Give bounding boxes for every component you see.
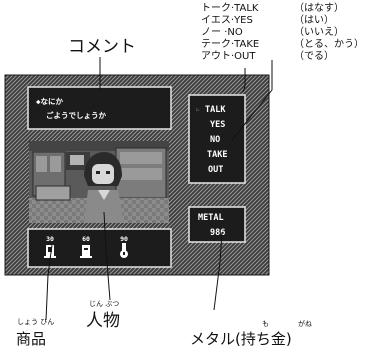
legend-reading-no: （いいえ）: [294, 26, 344, 38]
callout-metal-suffix: ): [286, 330, 292, 348]
callout-goods: 商品: [16, 330, 46, 348]
shop-scene: [29, 141, 169, 223]
goods-ruby: しょう ひん: [17, 318, 54, 326]
callout-metal: メタル(持ち金): [190, 330, 292, 348]
scene-counter: [35, 185, 71, 201]
command-talk[interactable]: TALK: [205, 105, 226, 115]
command-legend: トーク·TALK （はなす） イエス·YES （はい） ノー ·NO （いいえ）…: [201, 2, 364, 62]
command-no[interactable]: NO: [210, 135, 220, 145]
scene-window-pane-a: [36, 156, 47, 172]
callout-metal-kanji-2: 金: [271, 330, 286, 348]
legend-term-take: テーク·TAKE: [201, 38, 259, 50]
metal-value: 986: [210, 228, 225, 238]
legend-reading-yes: （はい）: [294, 14, 334, 26]
goods-price-1: 30: [46, 235, 54, 243]
command-yes[interactable]: YES: [210, 120, 225, 130]
shopkeeper-eye-left: [96, 171, 100, 174]
scene-cabinet-shelf-top: [120, 152, 162, 164]
command-out[interactable]: OUT: [208, 165, 223, 175]
shopkeeper-face: [92, 164, 114, 184]
dialog-box: [27, 86, 172, 130]
legend-reading-out: （でる）: [294, 50, 334, 62]
metal-ruby-2: がね: [298, 319, 312, 328]
person-ruby: じん ぶつ: [89, 300, 119, 308]
metal-ruby-1: も: [262, 320, 269, 328]
legend-reading-take: （とる、かう）: [294, 38, 364, 50]
command-take[interactable]: TAKE: [207, 150, 227, 160]
callout-metal-kanji-1: 持: [241, 330, 256, 348]
goods-price-2: 60: [82, 235, 90, 243]
callout-comment: コメント: [68, 37, 136, 57]
callout-metal-mid: ち: [256, 330, 271, 348]
dialog-speaker: ◆なにか: [36, 97, 64, 106]
goods-price-3: 90: [120, 235, 128, 243]
callout-person: 人物: [86, 311, 120, 331]
scene-window-pane-b: [50, 156, 61, 172]
legend-term-out: アウト·OUT: [201, 50, 256, 62]
legend-term-talk: トーク·TALK: [201, 2, 259, 14]
legend-reading-talk: （はなす）: [294, 2, 344, 14]
legend-term-no: ノー ·NO: [201, 27, 243, 38]
scene-cabinet-shelf-mid: [120, 168, 162, 180]
callout-metal-prefix: メタル(: [190, 330, 241, 348]
legend-term-yes: イエス·YES: [201, 15, 253, 26]
game-screen-diagram: トーク·TALK （はなす） イエス·YES （はい） ノー ·NO （いいえ）…: [4, 2, 364, 348]
dialog-text: ごようでしょうか: [46, 110, 106, 120]
game-screen: ◆なにか ごようでしょうか 30 60 90 ☞ TALK YES NO TAK…: [4, 74, 270, 276]
metal-label: METAL: [198, 213, 224, 223]
shopkeeper-eye-right: [106, 171, 110, 174]
scene-poster-face: [70, 155, 84, 165]
